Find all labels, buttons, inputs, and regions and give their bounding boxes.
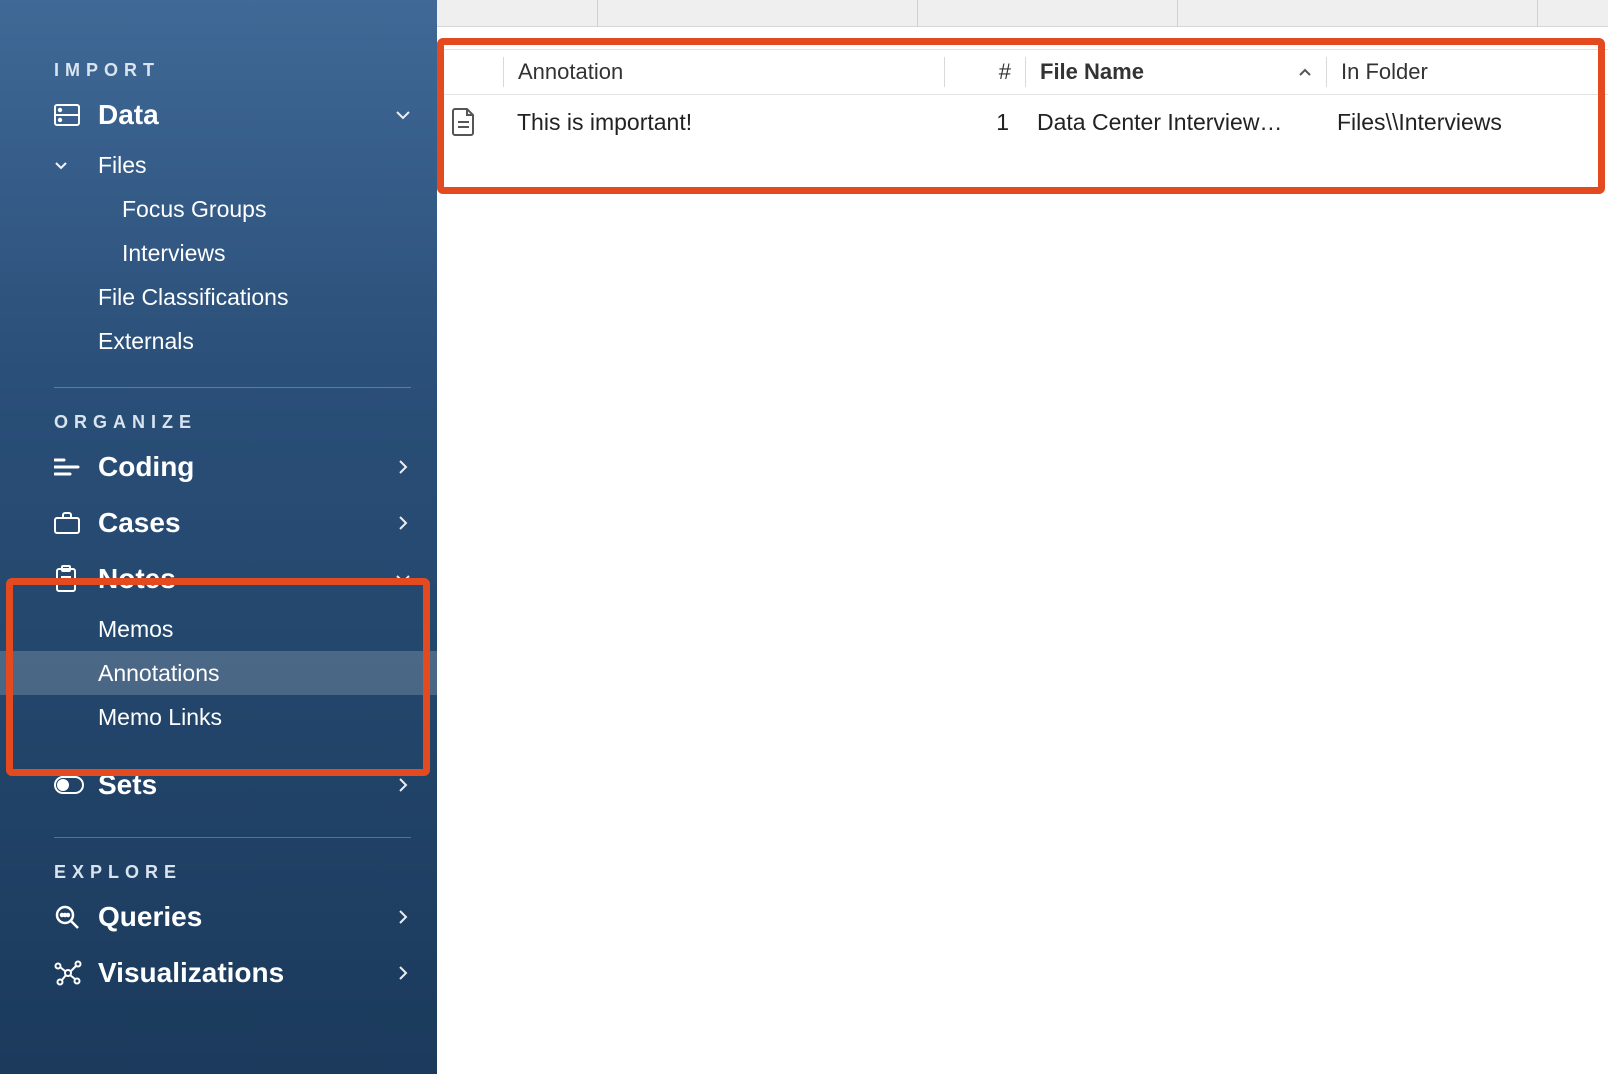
chevron-down-icon (391, 567, 415, 591)
chevron-down-icon (54, 161, 98, 170)
chevron-right-icon (391, 961, 415, 985)
section-organize-label: ORGANIZE (0, 392, 437, 439)
nav-memo-links[interactable]: Memo Links (0, 695, 437, 739)
briefcase-icon (54, 512, 98, 534)
nav-queries[interactable]: Queries (0, 889, 437, 945)
section-import-label: IMPORT (0, 40, 437, 87)
nav-data[interactable]: Data (0, 87, 437, 143)
nav-files[interactable]: Files (0, 143, 437, 187)
nav-sets-label: Sets (98, 769, 157, 801)
main-panel: Annotation # File Name In Folder (437, 0, 1608, 1074)
nav-coding[interactable]: Coding (0, 439, 437, 495)
col-in-folder[interactable]: In Folder (1327, 59, 1608, 85)
nav-interviews-label: Interviews (122, 240, 226, 267)
nav-file-classifications[interactable]: File Classifications (0, 275, 437, 319)
search-icon (54, 904, 98, 930)
divider (54, 387, 411, 388)
cell-file-name: Data Center Interview… (1023, 109, 1323, 136)
toolbar (437, 0, 1608, 27)
nav-cases[interactable]: Cases (0, 495, 437, 551)
table-header: Annotation # File Name In Folder (437, 49, 1608, 95)
data-icon (54, 104, 98, 126)
cell-annotation: This is important! (503, 109, 943, 136)
chevron-right-icon (391, 773, 415, 797)
nav-data-label: Data (98, 99, 159, 131)
nav-annotations-label: Annotations (98, 660, 219, 687)
divider (54, 837, 411, 838)
nav-memos[interactable]: Memos (0, 607, 437, 651)
annotations-table: Annotation # File Name In Folder (437, 27, 1608, 149)
nav-coding-label: Coding (98, 451, 194, 483)
col-file-name-label: File Name (1040, 59, 1144, 85)
col-annotation-label: Annotation (518, 59, 623, 85)
graph-icon (54, 959, 98, 987)
nav-sets[interactable]: Sets (0, 757, 437, 813)
nav-memos-label: Memos (98, 616, 173, 643)
nav-interviews[interactable]: Interviews (0, 231, 437, 275)
toggle-icon (54, 776, 98, 794)
nav-notes[interactable]: Notes (0, 551, 437, 607)
document-icon (451, 107, 477, 137)
list-icon (54, 457, 98, 477)
cell-hash: 1 (943, 109, 1023, 136)
section-explore-label: EXPLORE (0, 842, 437, 889)
cell-in-folder: Files\\Interviews (1323, 109, 1608, 136)
nav-focus-groups-label: Focus Groups (122, 196, 266, 223)
sort-asc-icon (1298, 68, 1312, 77)
chevron-right-icon (391, 455, 415, 479)
col-file-name[interactable]: File Name (1026, 59, 1326, 85)
chevron-right-icon (391, 511, 415, 535)
nav-notes-label: Notes (98, 563, 176, 595)
chevron-right-icon (391, 905, 415, 929)
col-annotation[interactable]: Annotation (504, 59, 944, 85)
nav-focus-groups[interactable]: Focus Groups (0, 187, 437, 231)
row-icon-cell (437, 107, 503, 137)
nav-annotations[interactable]: Annotations (0, 651, 437, 695)
nav-files-label: Files (98, 152, 147, 179)
table-row[interactable]: This is important! 1 Data Center Intervi… (437, 95, 1608, 149)
nav-queries-label: Queries (98, 901, 202, 933)
nav-externals-label: Externals (98, 328, 194, 355)
sidebar: IMPORT Data Files Focus Groups Interview… (0, 0, 437, 1074)
clipboard-icon (54, 565, 98, 593)
nav-cases-label: Cases (98, 507, 181, 539)
nav-externals[interactable]: Externals (0, 319, 437, 363)
nav-visualizations-label: Visualizations (98, 957, 284, 989)
col-hash-label: # (999, 59, 1011, 85)
nav-file-classifications-label: File Classifications (98, 284, 288, 311)
nav-memo-links-label: Memo Links (98, 704, 222, 731)
col-hash[interactable]: # (945, 59, 1025, 85)
chevron-down-icon (391, 103, 415, 127)
col-in-folder-label: In Folder (1341, 59, 1428, 85)
nav-visualizations[interactable]: Visualizations (0, 945, 437, 1001)
